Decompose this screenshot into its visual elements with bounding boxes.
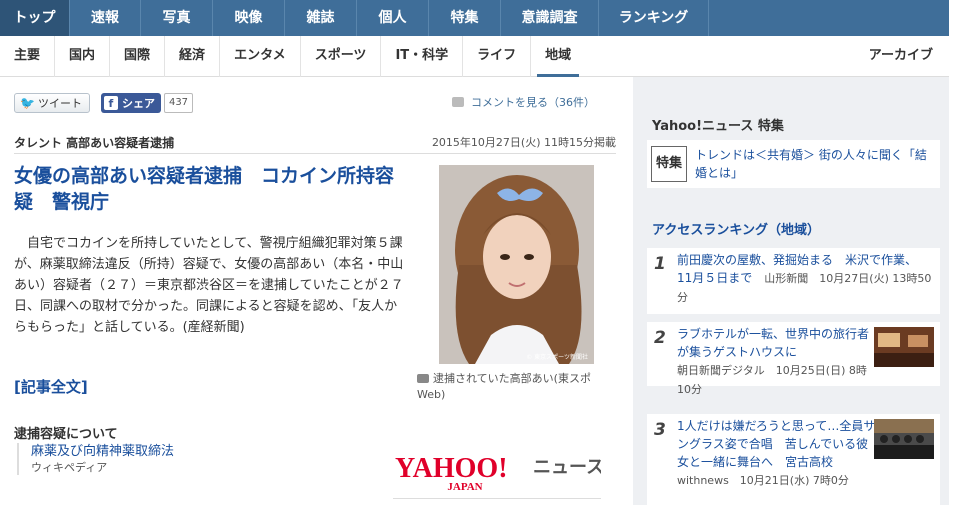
category-nav: 主要 国内 国際 経済 エンタメ スポーツ IT・科学 ライフ 地域 アーカイブ	[0, 35, 949, 77]
tweet-label: ツイート	[37, 97, 82, 110]
room-photo-image	[874, 327, 934, 367]
facebook-share-button[interactable]: f シェア	[100, 93, 161, 113]
article-body: 自宅でコカインを所持していたとして、警視庁組織犯罪対策５課が、麻薬取締法違反（所…	[14, 236, 404, 335]
ranking-heading[interactable]: アクセスランキング（地域）	[652, 219, 820, 238]
rank-thumbnail	[874, 419, 934, 459]
tab-feature[interactable]: 特集	[429, 0, 501, 36]
article-main: 🐦 ツイート f シェア 437 コメントを見る（36件） タレント 高部あい容…	[0, 77, 633, 505]
article-category: タレント 高部あい容疑者逮捕	[14, 136, 175, 150]
related-heading: 逮捕容疑について	[14, 427, 118, 442]
rank-entry: 前田慶次の屋敷、発掘始まる 米沢で作業、11月５日まで 山形新聞 10月27日(…	[677, 251, 932, 307]
facebook-share-count: 437	[163, 93, 194, 113]
photo-caption: 逮捕されていた高部あい(東スポWeb)	[417, 371, 617, 403]
rank-entry: 1人だけは嫌だろうと思って…全員サングラス姿で合唱 苦しんでいる彼女と一緒に舞台…	[677, 417, 877, 490]
rank-entry: ラブホテルが一転、世界中の旅行者が集うゲストハウスに 朝日新聞デジタル 10月2…	[677, 325, 877, 399]
tab-photo[interactable]: 写真	[141, 0, 213, 36]
portrait-photo-image: © 東京スポーツ新聞社	[439, 165, 594, 364]
comments-link[interactable]: コメントを見る（36件）	[452, 94, 595, 110]
ranking-item-2[interactable]: 2 ラブホテルが一転、世界中の旅行者が集うゲストハウスに 朝日新聞デジタル 10…	[647, 322, 940, 396]
divider	[14, 153, 616, 154]
twitter-bird-icon: 🐦	[20, 96, 35, 110]
feature-badge: 特集	[651, 146, 687, 182]
ranking-item-1[interactable]: 1 前田慶次の屋敷、発掘始まる 米沢で作業、11月５日まで 山形新聞 10月27…	[647, 248, 940, 314]
related-list: 麻薬及び向精神薬取締法 ウィキペディア	[17, 443, 174, 475]
rank-meta: 朝日新聞デジタル 10月25日(日) 8時10分	[677, 364, 867, 396]
rank-number: 1	[654, 254, 666, 274]
archive-link[interactable]: アーカイブ	[869, 36, 933, 76]
choir-photo-image	[874, 419, 934, 459]
feature-link[interactable]: トレンドは＜共有婚＞ 街の人々に聞く「結婚とは」	[695, 146, 935, 182]
subnav-international[interactable]: 国際	[110, 35, 166, 77]
photo-caption-text: 逮捕されていた高部あい(東スポWeb)	[417, 372, 591, 401]
article-date: 2015年10月27日(火) 11時15分掲載	[431, 136, 616, 149]
rank-title: 1人だけは嫌だろうと思って…全員サングラス姿で合唱 苦しんでいる彼女と一緒に舞台…	[677, 419, 876, 469]
full-article-link[interactable]: [記事全文]	[14, 376, 88, 397]
subnav-it-science[interactable]: IT・科学	[381, 35, 464, 77]
logo-yahoo-text: YAHOO!	[395, 453, 508, 484]
subnav-life[interactable]: ライフ	[463, 35, 532, 77]
feature-heading: Yahoo!ニュース 特集	[652, 119, 784, 134]
yahoo-logo-icon: YAHOO! JAPAN ニュース	[395, 453, 604, 493]
yahoo-news-logo[interactable]: YAHOO! JAPAN ニュース	[393, 451, 604, 499]
photo-credit: © 東京スポーツ新聞社	[526, 353, 588, 361]
camera-icon	[417, 374, 429, 383]
share-bar: 🐦 ツイート f シェア 437	[14, 93, 194, 113]
subnav-economy[interactable]: 経済	[165, 35, 221, 77]
subnav-main[interactable]: 主要	[0, 35, 56, 77]
tab-magazine[interactable]: 雑誌	[285, 0, 357, 36]
tab-video[interactable]: 映像	[213, 0, 285, 36]
top-nav: トップ 速報 写真 映像 雑誌 個人 特集 意識調査 ランキング	[0, 0, 949, 36]
article-photo[interactable]: © 東京スポーツ新聞社	[439, 165, 594, 364]
rank-number: 3	[654, 420, 666, 440]
article-headline[interactable]: 女優の高部あい容疑者逮捕 コカイン所持容疑 警視庁	[14, 163, 404, 215]
feature-card[interactable]: 特集 トレンドは＜共有婚＞ 街の人々に聞く「結婚とは」	[647, 140, 940, 188]
comments-label: コメントを見る（36件）	[471, 96, 595, 109]
tab-flash[interactable]: 速報	[70, 0, 141, 36]
tab-top[interactable]: トップ	[0, 0, 70, 36]
subnav-domestic[interactable]: 国内	[55, 35, 111, 77]
subnav-local[interactable]: 地域	[531, 36, 585, 77]
tab-survey[interactable]: 意識調査	[501, 0, 599, 36]
rank-title: ラブホテルが一転、世界中の旅行者が集うゲストハウスに	[677, 327, 870, 359]
sidebar: Yahoo!ニュース 特集 特集 トレンドは＜共有婚＞ 街の人々に聞く「結婚とは…	[633, 77, 949, 505]
rank-thumbnail	[874, 327, 934, 367]
facebook-icon: f	[103, 96, 118, 110]
related-link[interactable]: 麻薬及び向精神薬取締法	[31, 443, 174, 461]
rank-number: 2	[654, 328, 666, 348]
facebook-share-label: シェア	[121, 97, 155, 110]
logo-news-text: ニュース	[533, 457, 601, 478]
related-source: ウィキペディア	[31, 461, 108, 474]
comment-icon	[452, 97, 464, 107]
tweet-button[interactable]: 🐦 ツイート	[14, 93, 90, 113]
rank-meta: withnews 10月21日(水) 7時0分	[677, 474, 849, 487]
subnav-entertainment[interactable]: エンタメ	[220, 35, 301, 77]
subnav-sports[interactable]: スポーツ	[301, 35, 382, 77]
tab-ranking[interactable]: ランキング	[599, 0, 709, 36]
logo-japan-text: JAPAN	[447, 481, 482, 493]
tab-personal[interactable]: 個人	[357, 0, 429, 36]
ranking-item-3[interactable]: 3 1人だけは嫌だろうと思って…全員サングラス姿で合唱 苦しんでいる彼女と一緒に…	[647, 414, 940, 505]
